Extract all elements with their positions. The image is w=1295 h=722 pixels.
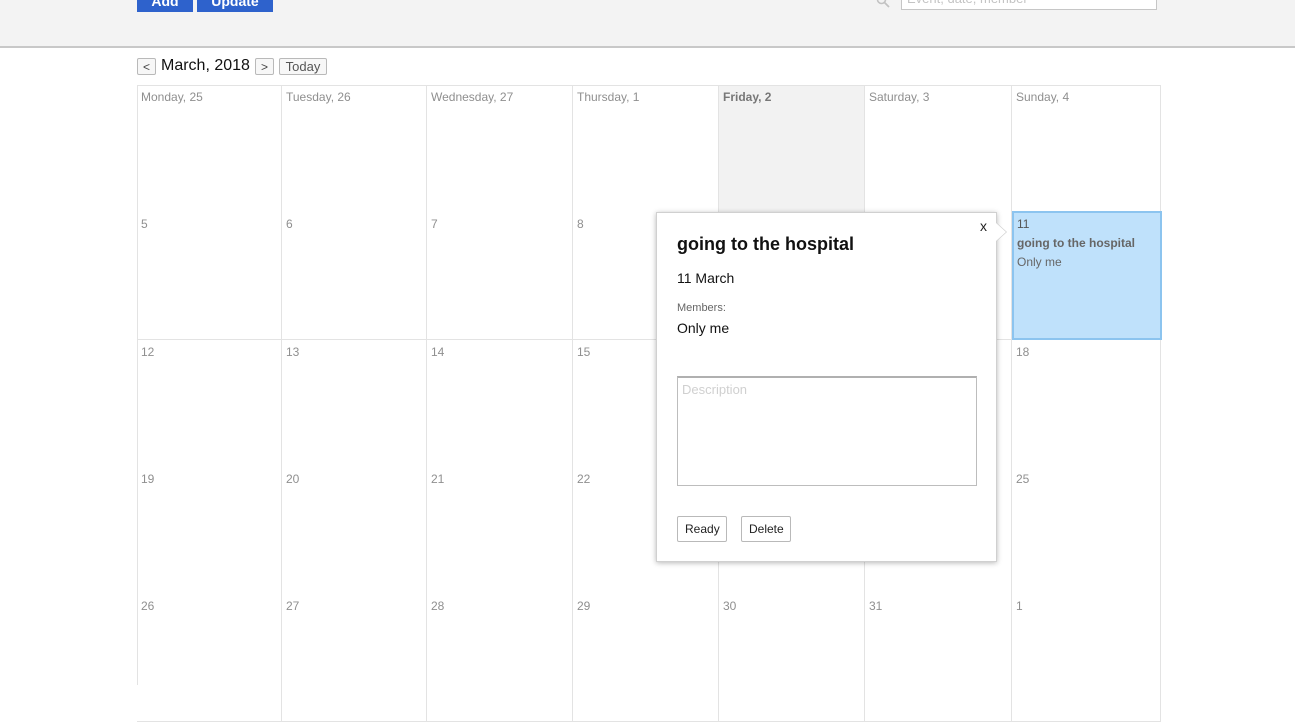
calendar-day[interactable]: Tuesday, 26 — [282, 85, 427, 213]
day-label: Friday, 2 — [723, 90, 772, 104]
calendar-day[interactable]: Monday, 25 — [137, 85, 282, 213]
popup-arrow — [996, 223, 1006, 241]
search-input[interactable] — [901, 0, 1157, 10]
day-label: 18 — [1016, 345, 1030, 359]
day-label: 15 — [577, 345, 591, 359]
day-label: 8 — [577, 217, 584, 231]
delete-button[interactable]: Delete — [741, 516, 791, 542]
day-label: 25 — [1016, 472, 1030, 486]
calendar-day[interactable]: 21 — [427, 467, 573, 595]
calendar-day[interactable]: 13 — [282, 340, 427, 468]
day-label: Thursday, 1 — [577, 90, 640, 104]
event-chip-title[interactable]: going to the hospital — [1017, 236, 1135, 250]
event-title: going to the hospital — [677, 234, 854, 254]
members-value: Only me — [677, 320, 730, 336]
calendar-day[interactable]: 25 — [1012, 467, 1161, 595]
event-popup: x going to the hospital 11 March Members… — [656, 212, 1006, 562]
calendar-day[interactable]: 19 — [137, 467, 282, 595]
calendar-day[interactable]: 7 — [427, 212, 573, 340]
day-label: 7 — [431, 217, 438, 231]
day-label: Monday, 25 — [141, 90, 203, 104]
day-label: 5 — [141, 217, 148, 231]
calendar-day[interactable]: 31 — [865, 594, 1012, 722]
add-button[interactable]: Add — [137, 0, 193, 12]
update-button[interactable]: Update — [197, 0, 273, 12]
members-label: Members: — [677, 302, 726, 314]
day-label: 21 — [431, 472, 445, 486]
calendar-grid: Monday, 25 Tuesday, 26 Wednesday, 27 Thursd… — [137, 85, 1162, 722]
event-date: 11 March — [677, 270, 735, 286]
calendar-day[interactable]: Friday, 2 — [719, 85, 865, 213]
day-label: Tuesday, 26 — [286, 90, 351, 104]
calendar-day[interactable]: 30 — [719, 594, 865, 722]
day-label: 19 — [141, 472, 155, 486]
top-toolbar: Add Update — [0, 0, 1295, 48]
description-field[interactable] — [677, 376, 977, 486]
calendar-day[interactable]: Thursday, 1 — [573, 85, 719, 213]
calendar-day[interactable]: 14 — [427, 340, 573, 468]
calendar-day[interactable]: 28 — [427, 594, 573, 722]
prev-month-button[interactable]: < — [137, 58, 156, 75]
day-label: Saturday, 3 — [869, 90, 930, 104]
day-label: 11 — [1017, 217, 1030, 231]
calendar-day[interactable]: 1 — [1012, 594, 1161, 722]
day-label: 29 — [577, 599, 591, 613]
close-button[interactable]: x — [980, 218, 987, 234]
calendar-day[interactable]: Sunday, 4 — [1012, 85, 1161, 213]
event-chip-members: Only me — [1017, 255, 1062, 269]
calendar-day[interactable]: 20 — [282, 467, 427, 595]
ready-button[interactable]: Ready — [677, 516, 727, 542]
day-label: 14 — [431, 345, 445, 359]
calendar-day[interactable]: Saturday, 3 — [865, 85, 1012, 213]
day-label: 31 — [869, 599, 883, 613]
calendar-day[interactable]: Wednesday, 27 — [427, 85, 573, 213]
day-label: 30 — [723, 599, 737, 613]
day-label: 28 — [431, 599, 445, 613]
today-button[interactable]: Today — [279, 58, 327, 75]
calendar-day[interactable]: 18 — [1012, 340, 1161, 468]
calendar-day[interactable]: 5 — [137, 212, 282, 340]
day-label: 27 — [286, 599, 300, 613]
day-label: 12 — [141, 345, 155, 359]
day-label: Wednesday, 27 — [431, 90, 514, 104]
calendar-day[interactable]: 26 — [137, 594, 282, 722]
calendar-day[interactable]: 12 — [137, 340, 282, 468]
calendar-day[interactable]: 29 — [573, 594, 719, 722]
day-label: 6 — [286, 217, 293, 231]
month-title: March, 2018 — [161, 57, 250, 74]
day-label: 26 — [141, 599, 155, 613]
calendar-day[interactable]: 6 — [282, 212, 427, 340]
day-label: Sunday, 4 — [1016, 90, 1070, 104]
day-label: 1 — [1016, 599, 1023, 613]
calendar-day-selected[interactable]: 11 going to the hospital Only me — [1012, 211, 1162, 340]
calendar-day[interactable]: 27 — [282, 594, 427, 722]
day-label: 13 — [286, 345, 300, 359]
day-label: 20 — [286, 472, 300, 486]
next-month-button[interactable]: > — [255, 58, 274, 75]
search-icon — [876, 0, 890, 8]
day-label: 22 — [577, 472, 591, 486]
